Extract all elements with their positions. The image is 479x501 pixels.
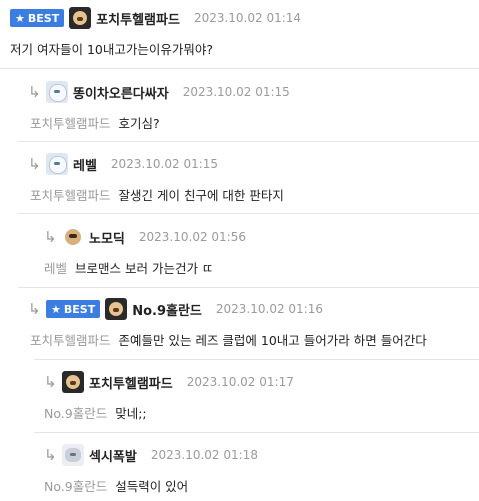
nickname[interactable]: 포치투헬램파드: [89, 373, 173, 392]
reply-arrow-icon: ↳: [44, 227, 57, 246]
comment-body: 포치투헬램파드 호기심?: [30, 113, 160, 132]
reply-arrow-icon: ↳: [28, 299, 41, 318]
comment-text: 브로맨스 보러 가는건가 ㄸ: [75, 261, 214, 276]
comment-text: 맞네;;: [115, 406, 147, 421]
mention[interactable]: 레벨: [44, 261, 67, 276]
divider: [34, 432, 479, 433]
divider: [18, 213, 479, 214]
comment-header: ↳ 노모딕 2023.10.02 01:56: [44, 225, 246, 249]
mention[interactable]: 포치투헬램파드: [30, 333, 111, 348]
comment-text: 저기 여자들이 10내고가는이유가뭐야?: [10, 42, 213, 57]
mention[interactable]: No.9홀란드: [44, 479, 107, 494]
comment-body: 포치투헬램파드 존예들만 있는 레즈 클럽에 10내고 들어가라 하면 들어간다: [30, 330, 427, 349]
avatar[interactable]: [62, 226, 84, 248]
timestamp: 2023.10.02 01:56: [138, 230, 246, 244]
comment-header: ↳ ★ BEST No.9홀란드 2023.10.02 01:16: [28, 297, 323, 321]
best-label: BEST: [63, 302, 96, 316]
comment-header: ↳ 똥이차오른다싸자 2023.10.02 01:15: [28, 80, 290, 104]
star-icon: ★: [51, 302, 61, 316]
best-badge: ★ BEST: [46, 300, 101, 318]
reply-arrow-icon: ↳: [44, 445, 57, 464]
comment-header: ↳ 포치투헬램파드 2023.10.02 01:17: [44, 370, 294, 394]
mention[interactable]: 포치투헬램파드: [30, 116, 111, 131]
avatar[interactable]: [105, 298, 128, 320]
divider: [18, 141, 479, 142]
avatar[interactable]: [62, 371, 84, 393]
avatar[interactable]: [46, 153, 68, 175]
comment-thread: ★ BEST 포치투헬램파드 2023.10.02 01:14 저기 여자들이 1…: [0, 0, 479, 501]
comment-text: 설득력이 있어: [115, 479, 189, 494]
comment-text: 호기심?: [118, 116, 160, 131]
timestamp: 2023.10.02 01:16: [215, 302, 323, 316]
comment-header: ↳ 레벨 2023.10.02 01:15: [28, 152, 218, 176]
nickname[interactable]: 레벨: [73, 155, 97, 174]
nickname[interactable]: 똥이차오른다싸자: [73, 83, 169, 102]
timestamp: 2023.10.02 01:14: [193, 11, 302, 25]
comment-body: 저기 여자들이 10내고가는이유가뭐야?: [10, 39, 213, 58]
star-icon: ★: [15, 11, 25, 25]
timestamp: 2023.10.02 01:15: [182, 85, 290, 99]
reply-arrow-icon: ↳: [28, 154, 41, 173]
comment-body: 레벨 브로맨스 보러 가는건가 ㄸ: [44, 258, 213, 277]
comment-body: No.9홀란드 맞네;;: [44, 403, 147, 422]
comment-body: No.9홀란드 설득력이 있어: [44, 476, 188, 495]
divider: [18, 287, 479, 288]
reply-arrow-icon: ↳: [28, 82, 41, 101]
comment-text: 잘생긴 게이 친구에 대한 판타지: [118, 188, 284, 203]
reply-arrow-icon: ↳: [44, 372, 57, 391]
timestamp: 2023.10.02 01:15: [110, 157, 219, 171]
avatar[interactable]: [46, 81, 68, 103]
timestamp: 2023.10.02 01:17: [186, 375, 294, 389]
avatar[interactable]: [69, 7, 92, 29]
divider: [34, 359, 479, 360]
best-badge: ★ BEST: [10, 9, 65, 27]
mention[interactable]: 포치투헬램파드: [30, 188, 111, 203]
divider: [0, 68, 479, 69]
comment-text: 존예들만 있는 레즈 클럽에 10내고 들어가라 하면 들어간다: [118, 333, 427, 348]
comment-header: ↳ 섹시폭발 2023.10.02 01:18: [44, 443, 258, 467]
comment-body: 포치투헬램파드 잘생긴 게이 친구에 대한 판타지: [30, 185, 284, 204]
best-label: BEST: [27, 11, 60, 25]
nickname[interactable]: 섹시폭발: [89, 446, 137, 465]
nickname[interactable]: 노모딕: [89, 228, 125, 247]
timestamp: 2023.10.02 01:18: [150, 448, 258, 462]
nickname[interactable]: 포치투헬램파드: [96, 9, 180, 28]
comment-header: ★ BEST 포치투헬램파드 2023.10.02 01:14: [10, 6, 301, 30]
mention[interactable]: No.9홀란드: [44, 406, 107, 421]
avatar[interactable]: [62, 444, 84, 466]
nickname[interactable]: No.9홀란드: [132, 300, 202, 319]
